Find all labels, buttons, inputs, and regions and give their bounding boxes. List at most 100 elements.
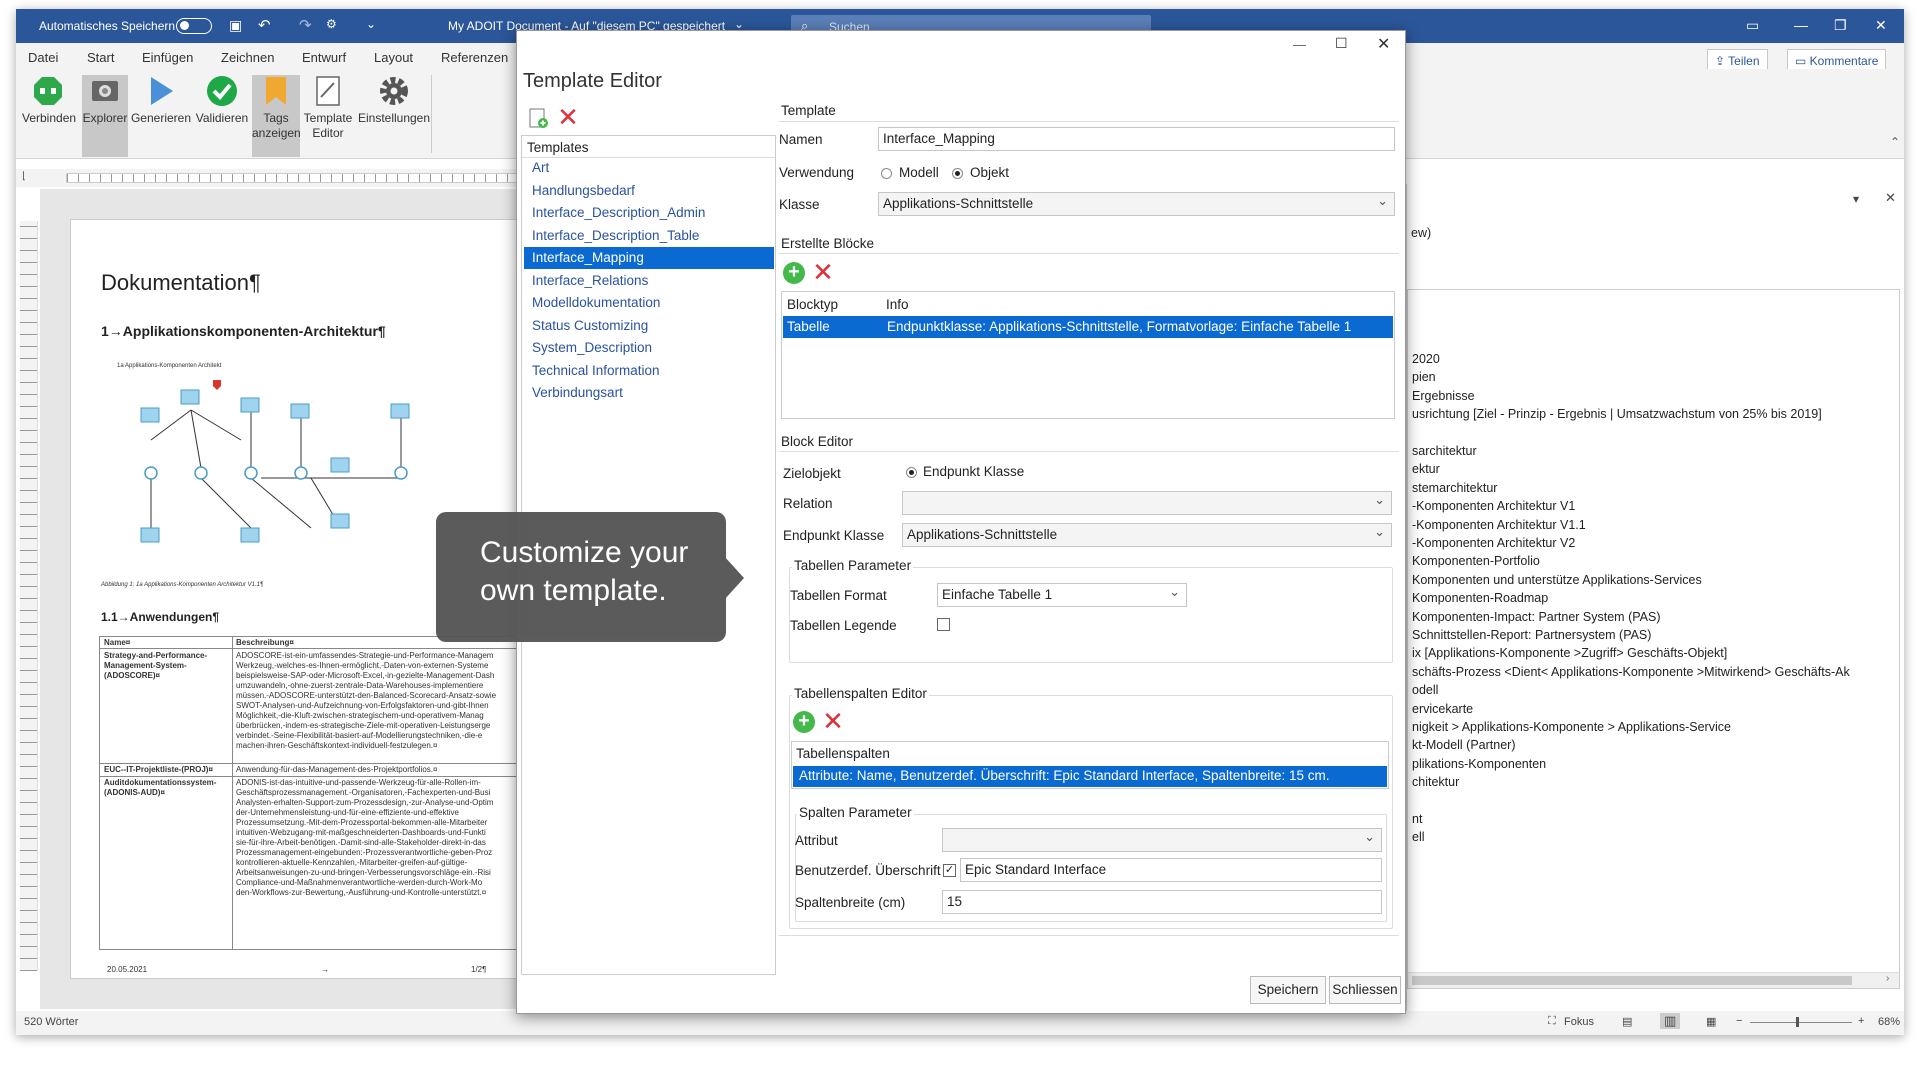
zoom-out-icon[interactable]: −	[1736, 1015, 1742, 1027]
list-item[interactable]: pien	[1412, 370, 1436, 384]
usage-object-radio[interactable]	[952, 168, 963, 179]
endpoint-class-select[interactable]: Applikations-Schnittstelle	[902, 523, 1392, 547]
column-width-input[interactable]: 15	[942, 890, 1382, 914]
list-item[interactable]: Komponenten und unterstütze Applikations…	[1412, 573, 1702, 587]
applications-table[interactable]: Name¤ Beschreibung¤ Strategy-and-Perform…	[99, 636, 527, 950]
show-tags-button[interactable]: Tags anzeigen	[252, 75, 301, 157]
attribute-select[interactable]	[942, 828, 1382, 852]
list-item[interactable]: Schnittstellen-Report: Partnersystem (PA…	[1412, 628, 1651, 642]
zoom-slider-thumb[interactable]	[1796, 1017, 1799, 1027]
add-block-icon[interactable]: +	[783, 262, 805, 284]
horizontal-ruler[interactable]: ⌊	[16, 169, 524, 187]
list-item[interactable]: Technical Information	[532, 363, 660, 378]
pane-close-icon[interactable]: ✕	[1885, 190, 1896, 206]
list-item[interactable]: Interface_Description_Admin	[532, 205, 705, 220]
zoom-slider[interactable]	[1750, 1022, 1852, 1023]
menu-datei[interactable]: Datei	[28, 50, 58, 65]
list-item[interactable]: System_Description	[532, 340, 652, 355]
validate-button[interactable]: Validieren	[194, 75, 250, 126]
list-item[interactable]: plikations-Komponenten	[1412, 757, 1546, 771]
close-button[interactable]: Schliessen	[1329, 976, 1401, 1004]
list-item[interactable]: Komponenten-Portfolio	[1412, 554, 1540, 568]
template-editor-button[interactable]: Template Editor	[302, 75, 354, 141]
delete-column-icon[interactable]: ✕	[822, 708, 844, 734]
list-item[interactable]: Handlungsbedarf	[532, 183, 635, 198]
list-item[interactable]: odell	[1412, 683, 1438, 697]
list-item[interactable]: Ergebnisse	[1412, 389, 1475, 403]
menu-start[interactable]: Start	[87, 50, 114, 65]
usage-model-radio[interactable]	[881, 168, 892, 179]
list-item[interactable]: nigkeit > Applikations-Komponente > Appl…	[1412, 720, 1731, 734]
ribbon-display-icon[interactable]: ▭	[1746, 17, 1759, 34]
list-item[interactable]: Modelldokumentation	[532, 295, 660, 310]
columns-list[interactable]: Tabellenspalten Attribute: Name, Benutze…	[791, 741, 1389, 789]
new-template-icon[interactable]	[527, 107, 549, 129]
delete-template-icon[interactable]: ✕	[557, 104, 579, 130]
settings-button[interactable]: Einstellungen	[356, 75, 432, 126]
chevron-down-icon[interactable]: ⌄	[734, 17, 744, 31]
list-item[interactable]: Komponenten-Roadmap	[1412, 591, 1548, 605]
list-item[interactable]: -Komponenten Architektur V1.1	[1412, 518, 1586, 532]
list-item[interactable]: nt	[1412, 812, 1422, 826]
minimize-icon[interactable]: —	[1794, 17, 1808, 33]
horizontal-scrollbar[interactable]: ›	[1408, 972, 1899, 988]
menu-layout[interactable]: Layout	[374, 50, 413, 65]
list-item[interactable]: usrichtung [Ziel - Prinzip - Ergebnis | …	[1412, 407, 1822, 421]
model-tree[interactable]: 2020 pien Ergebnisse usrichtung [Ziel - Pri…	[1407, 289, 1900, 989]
blocks-table[interactable]: Blocktyp Info Tabelle Endpunktklasse: Ap…	[781, 291, 1395, 419]
menu-referenzen[interactable]: Referenzen	[441, 50, 508, 65]
list-item[interactable]: Attribute: Name, Benutzerdef. Überschrif…	[793, 766, 1387, 787]
zoom-level[interactable]: 68%	[1878, 1016, 1900, 1028]
web-layout-icon[interactable]: ▦	[1706, 1015, 1716, 1028]
name-input[interactable]: Interface_Mapping	[878, 127, 1395, 151]
collapse-ribbon-icon[interactable]: ⌃	[1890, 135, 1900, 149]
list-item[interactable]: -Komponenten Architektur V2	[1412, 536, 1575, 550]
print-layout-icon[interactable]: ▥	[1660, 1013, 1681, 1029]
explorer-button[interactable]: Explorer	[82, 75, 128, 157]
list-item[interactable]: chitektur	[1412, 775, 1459, 789]
dialog-close-icon[interactable]: ✕	[1377, 34, 1390, 54]
word-count[interactable]: 520 Wörter	[24, 1016, 78, 1028]
list-item[interactable]: stemarchitektur	[1412, 481, 1497, 495]
delete-block-icon[interactable]: ✕	[812, 259, 834, 285]
list-item[interactable]: Komponenten-Impact: Partner System (PAS)	[1412, 610, 1660, 624]
target-endpoint-radio[interactable]	[906, 467, 917, 478]
save-icon[interactable]: ▣	[229, 17, 242, 34]
custom-heading-checkbox[interactable]: ✓	[943, 864, 956, 877]
list-item[interactable]: Interface_Mapping	[524, 247, 774, 269]
list-item[interactable]: Verbindungsart	[532, 385, 623, 400]
list-item[interactable]: ell	[1412, 830, 1425, 844]
restore-icon[interactable]: ❐	[1834, 17, 1847, 34]
focus-icon[interactable]: ⛶	[1548, 1015, 1556, 1028]
menu-einfuegen[interactable]: Einfügen	[142, 50, 193, 65]
share-button[interactable]: ⇪ Teilen	[1707, 49, 1768, 71]
autosave-toggle[interactable]	[176, 18, 212, 34]
relation-select[interactable]	[902, 491, 1392, 515]
zoom-in-icon[interactable]: +	[1858, 1015, 1864, 1027]
comments-button[interactable]: ▭ Kommentare	[1787, 49, 1887, 71]
add-column-icon[interactable]: +	[793, 711, 815, 733]
list-item[interactable]: sarchitektur	[1412, 444, 1477, 458]
list-item[interactable]: ervicekarte	[1412, 702, 1473, 716]
save-button[interactable]: Speichern	[1250, 976, 1326, 1004]
table-legend-checkbox[interactable]	[937, 618, 950, 631]
list-item[interactable]: Interface_Description_Table	[532, 228, 699, 243]
list-item[interactable]: Status Customizing	[532, 318, 648, 333]
table-row[interactable]: Tabelle Endpunktklasse: Applikations-Sch…	[783, 316, 1393, 338]
list-item[interactable]: Art	[532, 160, 549, 175]
menu-zeichnen[interactable]: Zeichnen	[221, 50, 274, 65]
list-item[interactable]: 2020	[1412, 352, 1440, 366]
redo-icon[interactable]: ↷	[299, 16, 312, 34]
menu-entwurf[interactable]: Entwurf	[302, 50, 346, 65]
dialog-minimize-icon[interactable]: —	[1293, 37, 1306, 52]
vertical-ruler[interactable]	[20, 221, 38, 971]
custom-heading-input[interactable]: Epic Standard Interface	[960, 858, 1382, 882]
close-icon[interactable]: ✕	[1875, 17, 1887, 34]
pane-options-icon[interactable]: ▾	[1853, 192, 1859, 206]
list-item[interactable]: Interface_Relations	[532, 273, 648, 288]
list-item[interactable]: -Komponenten Architektur V1	[1412, 499, 1575, 513]
table-format-select[interactable]: Einfache Tabelle 1	[937, 583, 1187, 607]
connect-button[interactable]: Verbinden	[22, 75, 76, 126]
read-mode-icon[interactable]: ▤	[1622, 1015, 1632, 1028]
generate-button[interactable]: Generieren	[130, 75, 192, 126]
